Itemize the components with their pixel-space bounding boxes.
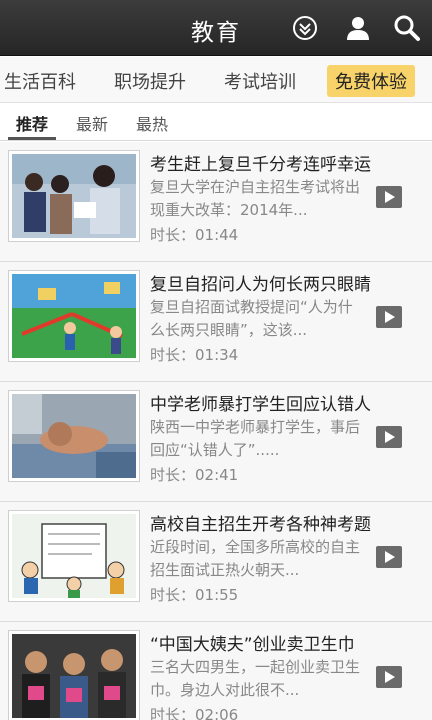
item-title: 中学老师暴打学生回应认错人: [150, 395, 371, 415]
item-duration: 时长：01:34: [150, 346, 239, 364]
list-item[interactable]: 考生赶上复旦千分考连呼幸运 复旦大学在沪自主招生考试将出现重大改革：2014年.…: [0, 142, 432, 262]
item-title: 高校自主招生开考各种神考题: [150, 515, 371, 535]
list-item[interactable]: 高校自主招生开考各种神考题 近段时间，全国多所高校的自主招生面试正热火朝天...…: [0, 502, 432, 622]
tab-hottest[interactable]: 最热: [136, 111, 168, 135]
item-title: 考生赶上复旦千分考连呼幸运: [150, 155, 371, 175]
play-icon[interactable]: [376, 306, 402, 328]
item-description: 近段时间，全国多所高校的自主招生面试正热火朝天...: [150, 538, 361, 579]
play-icon[interactable]: [376, 186, 402, 208]
video-list: 考生赶上复旦千分考连呼幸运 复旦大学在沪自主招生考试将出现重大改革：2014年.…: [0, 142, 432, 720]
category-tab-active[interactable]: 免费体验: [327, 65, 415, 97]
user-icon[interactable]: [343, 13, 373, 43]
video-thumbnail[interactable]: [8, 510, 140, 602]
play-icon[interactable]: [376, 546, 402, 568]
tab-recommended[interactable]: 推荐: [16, 111, 48, 135]
top-header: 教育: [0, 0, 432, 56]
item-description: 陕西一中学老师暴打学生，事后回应“认错人了”.....: [150, 418, 361, 459]
sub-tabs: 推荐 最新 最热: [0, 103, 432, 141]
search-icon[interactable]: [392, 13, 422, 43]
category-bar: 生活百科 职场提升 考试培训 免费体验: [0, 57, 432, 103]
tab-latest[interactable]: 最新: [76, 111, 108, 135]
play-icon[interactable]: [376, 426, 402, 448]
item-title: 复旦自招问人为何长两只眼睛: [150, 275, 371, 295]
item-duration: 时长：02:06: [150, 706, 239, 720]
item-title: “中国大姨夫”创业卖卫生巾: [150, 635, 355, 655]
item-duration: 时长：01:55: [150, 586, 239, 604]
category-tab[interactable]: 考试培训: [224, 68, 296, 94]
video-thumbnail[interactable]: [8, 150, 140, 242]
video-thumbnail[interactable]: [8, 270, 140, 362]
list-item[interactable]: 复旦自招问人为何长两只眼睛 复旦自招面试教授提问“人为什么长两只眼睛”，这该..…: [0, 262, 432, 382]
category-tab[interactable]: 生活百科: [4, 68, 76, 94]
video-thumbnail[interactable]: [8, 630, 140, 720]
item-duration: 时长：02:41: [150, 466, 239, 484]
item-description: 复旦自招面试教授提问“人为什么长两只眼睛”，这该...: [150, 298, 353, 339]
item-description: 三名大四男生，一起创业卖卫生巾。身边人对此很不...: [150, 658, 361, 699]
list-item[interactable]: 中学老师暴打学生回应认错人 陕西一中学老师暴打学生，事后回应“认错人了”....…: [0, 382, 432, 502]
item-description: 复旦大学在沪自主招生考试将出现重大改革：2014年...: [150, 178, 361, 219]
list-item[interactable]: “中国大姨夫”创业卖卫生巾 三名大四男生，一起创业卖卫生巾。身边人对此很不...…: [0, 622, 432, 720]
download-icon[interactable]: [290, 13, 320, 43]
play-icon[interactable]: [376, 666, 402, 688]
item-duration: 时长：01:44: [150, 226, 239, 244]
video-thumbnail[interactable]: [8, 390, 140, 482]
active-tab-indicator: [8, 137, 56, 140]
category-tab[interactable]: 职场提升: [114, 68, 186, 94]
